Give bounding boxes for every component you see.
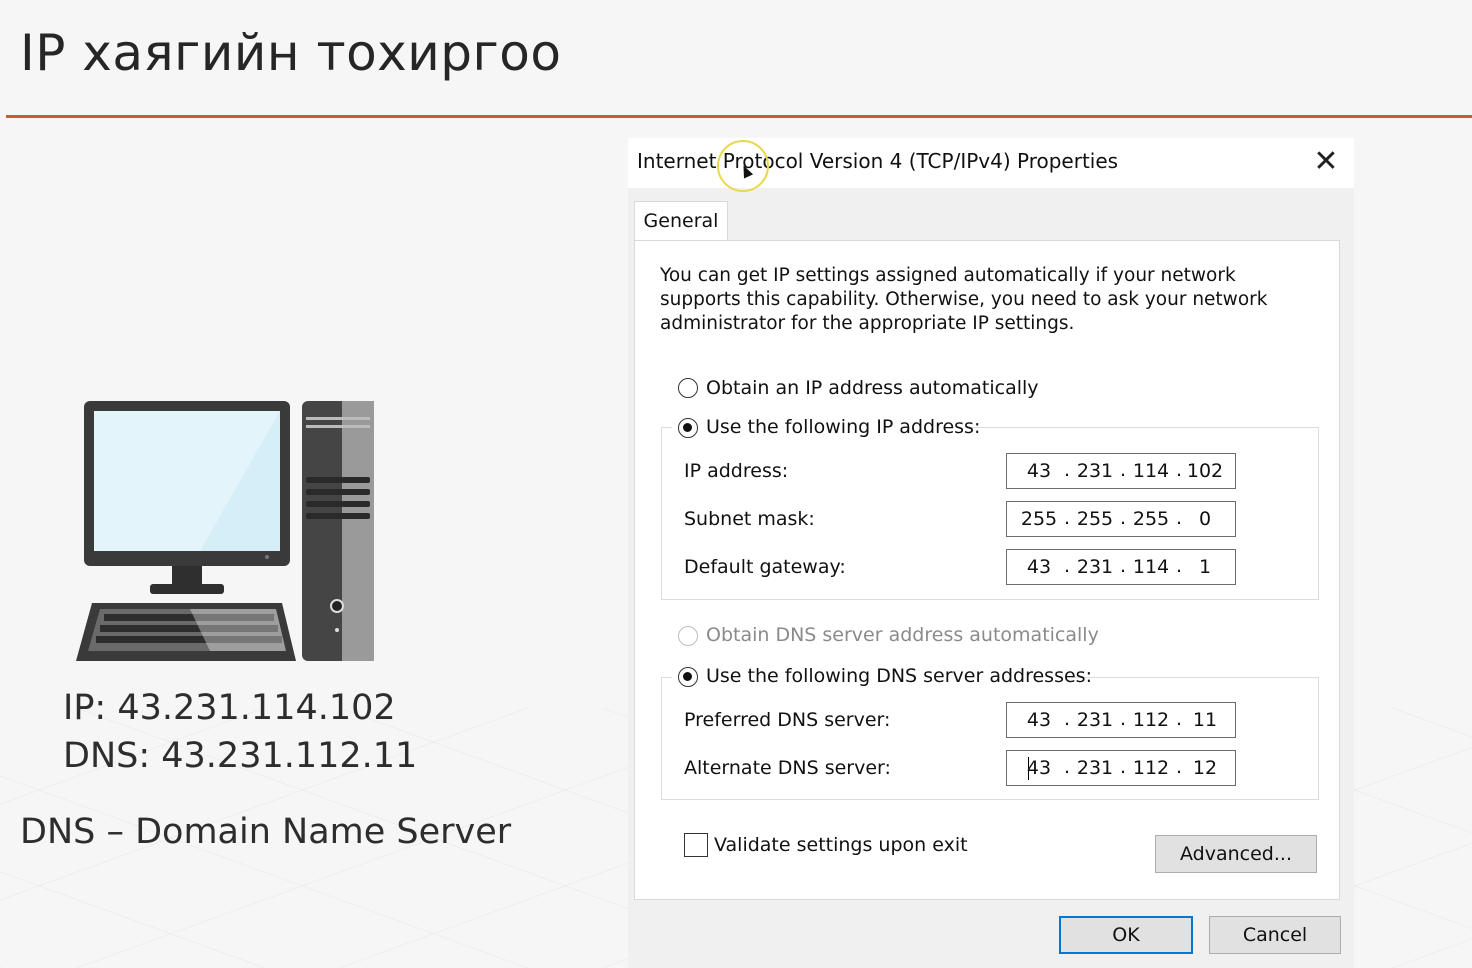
preferred-dns-octet-1[interactable]: 43 [1019,709,1059,731]
desktop-computer-icon [76,401,374,661]
octet-separator: . [1063,555,1071,577]
octet-separator: . [1119,507,1127,529]
subnet-mask-field[interactable]: 255 . 255 . 255 . 0 [1006,501,1236,537]
octet-separator: . [1175,507,1183,529]
ip-address-label: IP address: [684,460,789,482]
alternate-dns-label: Alternate DNS server: [684,757,891,779]
close-icon[interactable]: ✕ [1308,144,1344,180]
obtain-dns-auto-label[interactable]: Obtain DNS server address automatically [706,624,1099,646]
ip-address-note: IP: 43.231.114.102 [63,688,396,728]
octet-separator: . [1119,555,1127,577]
gateway-octet-2[interactable]: 231 [1075,556,1115,578]
validate-settings-label[interactable]: Validate settings upon exit [714,834,968,856]
octet-separator: . [1175,756,1183,778]
alternate-dns-field[interactable]: 43 . 231 . 112 . 12 [1006,750,1236,786]
subnet-octet-4[interactable]: 0 [1185,508,1225,530]
slide-title: IP хаягийн тохиргоо [20,24,562,82]
ip-octet-2[interactable]: 231 [1075,460,1115,482]
alternate-dns-octet-2[interactable]: 231 [1075,757,1115,779]
gateway-octet-4[interactable]: 1 [1185,556,1225,578]
obtain-ip-auto-label[interactable]: Obtain an IP address automatically [706,377,1039,399]
octet-separator: . [1063,708,1071,730]
preferred-dns-field[interactable]: 43 . 231 . 112 . 11 [1006,702,1236,738]
octet-separator: . [1119,459,1127,481]
ip-address-field[interactable]: 43 . 231 . 114 . 102 [1006,453,1236,489]
dialog-title: Internet Protocol Version 4 (TCP/IPv4) P… [637,149,1119,173]
octet-separator: . [1063,756,1071,778]
alternate-dns-octet-3[interactable]: 112 [1131,757,1171,779]
title-divider [6,115,1472,118]
ip-octet-4[interactable]: 102 [1185,460,1225,482]
cancel-button[interactable]: Cancel [1209,916,1341,954]
dialog-description: You can get IP settings assigned automat… [660,265,1268,334]
use-following-ip-radio[interactable] [678,418,698,438]
octet-separator: . [1063,459,1071,481]
use-following-ip-label[interactable]: Use the following IP address: [706,416,980,438]
alternate-dns-octet-1[interactable]: 43 [1019,757,1059,779]
default-gateway-label: Default gateway: [684,556,846,578]
tab-general[interactable]: General [634,201,728,241]
octet-separator: . [1175,459,1183,481]
subnet-octet-1[interactable]: 255 [1019,508,1059,530]
default-gateway-field[interactable]: 43 . 231 . 114 . 1 [1006,549,1236,585]
preferred-dns-octet-3[interactable]: 112 [1131,709,1171,731]
gateway-octet-3[interactable]: 114 [1131,556,1171,578]
preferred-dns-label: Preferred DNS server: [684,709,891,731]
octet-separator: . [1063,507,1071,529]
validate-settings-checkbox[interactable] [684,833,708,857]
dns-definition: DNS – Domain Name Server [20,812,512,852]
use-following-dns-radio[interactable] [678,667,698,687]
use-following-dns-label[interactable]: Use the following DNS server addresses: [706,665,1092,687]
subnet-mask-label: Subnet mask: [684,508,815,530]
preferred-dns-octet-4[interactable]: 11 [1185,709,1225,731]
subnet-octet-3[interactable]: 255 [1131,508,1171,530]
subnet-octet-2[interactable]: 255 [1075,508,1115,530]
dns-address-note: DNS: 43.231.112.11 [63,736,418,776]
ok-button[interactable]: OK [1059,916,1193,954]
alternate-dns-octet-4[interactable]: 12 [1185,757,1225,779]
gateway-octet-1[interactable]: 43 [1019,556,1059,578]
ip-octet-1[interactable]: 43 [1019,460,1059,482]
octet-separator: . [1119,756,1127,778]
obtain-ip-auto-radio[interactable] [678,378,698,398]
octet-separator: . [1175,555,1183,577]
advanced-button[interactable]: Advanced... [1155,835,1317,873]
ip-octet-3[interactable]: 114 [1131,460,1171,482]
octet-separator: . [1175,708,1183,730]
octet-separator: . [1119,708,1127,730]
preferred-dns-octet-2[interactable]: 231 [1075,709,1115,731]
obtain-dns-auto-radio[interactable] [678,626,698,646]
